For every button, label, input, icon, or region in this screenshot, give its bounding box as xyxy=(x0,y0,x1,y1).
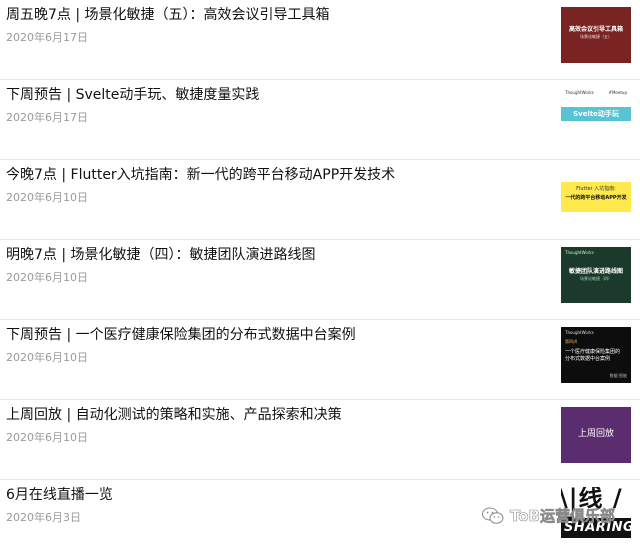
thumbnail-line-1: Flutter 入坑指南: xyxy=(576,186,616,192)
article-title[interactable]: 下周预告 | 一个医疗健康保险集团的分布式数据中台案例 xyxy=(6,325,356,345)
thumbnail-brand: ThoughtWorks xyxy=(565,250,594,255)
thumbnail-brand: ThoughtWorks xyxy=(565,90,594,95)
thumbnail-title: 敏捷团队演进路线图 xyxy=(568,268,623,275)
thumbnail-brand: ThoughtWorks xyxy=(565,330,594,335)
thumbnail-footer: 数据·智能 xyxy=(609,373,627,378)
article-date: 2020年6月10日 xyxy=(6,431,88,444)
thumbnail-subtitle: 场景化敏捷（五） xyxy=(580,34,612,39)
thumbnail-line-2: 一代的跨平台移动APP开发 xyxy=(565,195,627,201)
article-date: 2020年6月10日 xyxy=(6,351,88,364)
article-title[interactable]: 周五晚7点 | 场景化敏捷（五）：高效会议引导工具箱 xyxy=(6,5,330,25)
article-title[interactable]: 下周预告 | Svelte动手玩、敏捷度量实践 xyxy=(6,85,259,105)
article-date: 2020年6月17日 xyxy=(6,111,88,124)
thumbnail-subtitle: 场景化敏捷（四） xyxy=(580,276,612,281)
list-item[interactable]: 上周回放 | 自动化测试的策略和实施、产品探索和决策 2020年6月10日 上周… xyxy=(0,400,640,480)
article-date: 2020年6月17日 xyxy=(6,31,88,44)
article-title[interactable]: 6月在线直播一览 xyxy=(6,485,113,505)
thumbnail-line-2: 分布式数据中台案例 xyxy=(565,356,611,362)
list-item[interactable]: 明晚7点 | 场景化敏捷（四）：敏捷团队演进路线图 2020年6月10日 Tho… xyxy=(0,240,640,320)
thumbnail-title: 高效会议引导工具箱 xyxy=(568,26,623,33)
article-date: 2020年6月10日 xyxy=(6,271,88,284)
thumbnail-title: Svelte动手玩 xyxy=(573,110,619,118)
thumbnail-title: 上周回放 xyxy=(577,429,614,439)
list-item[interactable]: 下周预告 | Svelte动手玩、敏捷度量实践 2020年6月17日 Thoug… xyxy=(0,80,640,160)
article-date: 2020年6月3日 xyxy=(6,511,81,524)
thumbnail-tag: #Meetup xyxy=(608,90,627,95)
article-thumbnail[interactable]: 上周回放 xyxy=(561,407,631,463)
article-title[interactable]: 明晚7点 | 场景化敏捷（四）：敏捷团队演进路线图 xyxy=(6,245,316,265)
thumbnail-tag: 第四讲 xyxy=(565,339,577,344)
article-thumbnail[interactable]: 高效会议引导工具箱 场景化敏捷（五） xyxy=(561,7,631,63)
article-thumbnail[interactable]: ThoughtWorks #Meetup Svelte动手玩 xyxy=(561,87,631,143)
article-date: 2020年6月10日 xyxy=(6,191,88,204)
article-thumbnail[interactable]: ThoughtWorks 敏捷团队演进路线图 场景化敏捷（四） xyxy=(561,247,631,303)
article-thumbnail[interactable]: Flutter 入坑指南: 一代的跨平台移动APP开发 xyxy=(561,167,631,223)
watermark-text: ToB运营俱乐部 xyxy=(510,507,616,526)
article-thumbnail[interactable]: ThoughtWorks 第四讲 一个医疗健康保险集团的 分布式数据中台案例 数… xyxy=(561,327,631,383)
article-title[interactable]: 上周回放 | 自动化测试的策略和实施、产品探索和决策 xyxy=(6,405,342,425)
thumbnail-line-1: 一个医疗健康保险集团的 xyxy=(565,349,621,355)
article-title[interactable]: 今晚7点 | Flutter入坑指南：新一代的跨平台移动APP开发技术 xyxy=(6,165,395,185)
list-item[interactable]: 周五晚7点 | 场景化敏捷（五）：高效会议引导工具箱 2020年6月17日 高效… xyxy=(0,0,640,80)
list-item[interactable]: 下周预告 | 一个医疗健康保险集团的分布式数据中台案例 2020年6月10日 T… xyxy=(0,320,640,400)
article-list: 周五晚7点 | 场景化敏捷（五）：高效会议引导工具箱 2020年6月17日 高效… xyxy=(0,0,640,545)
wechat-icon xyxy=(482,507,504,525)
list-item[interactable]: 今晚7点 | Flutter入坑指南：新一代的跨平台移动APP开发技术 2020… xyxy=(0,160,640,240)
